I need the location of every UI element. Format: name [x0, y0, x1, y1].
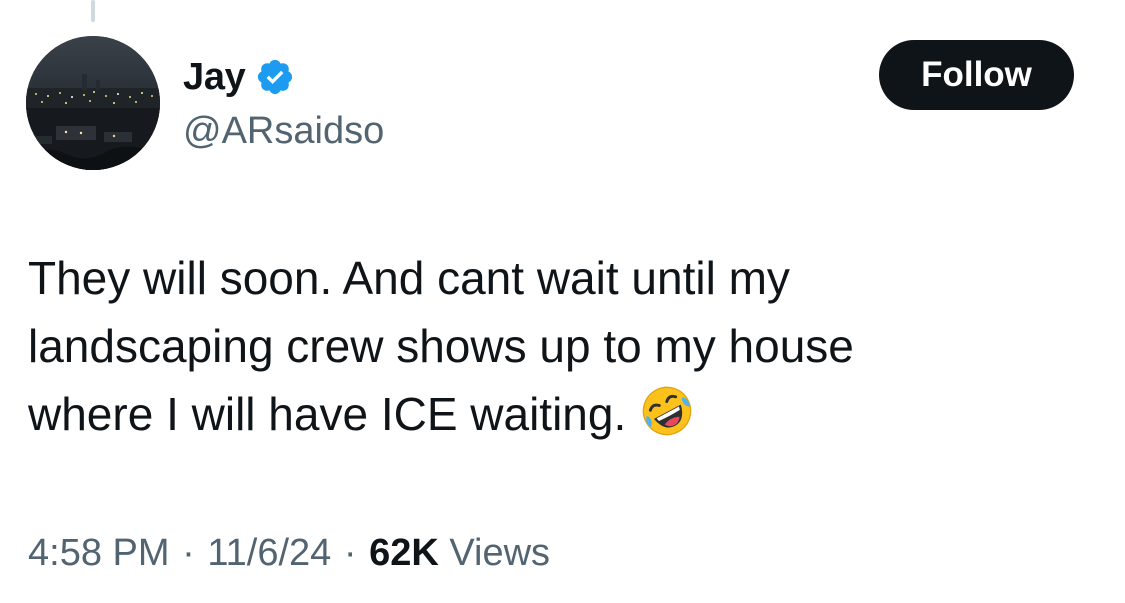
follow-button[interactable]: Follow — [879, 40, 1074, 110]
author-name-row[interactable]: Jay — [183, 52, 295, 102]
tweet-text-segment: where I will have ICE waiting. — [28, 388, 627, 440]
tweet-date[interactable]: 11/6/24 — [207, 532, 331, 574]
meta-separator: · — [343, 532, 357, 574]
tweet-text-line-last: where I will have ICE waiting. — [28, 380, 1088, 448]
verified-badge-icon — [257, 59, 292, 95]
display-name[interactable]: Jay — [183, 52, 246, 102]
tweet-text-line: landscaping crew shows up to my house — [28, 320, 854, 372]
city-night-skyline-avatar-icon — [26, 36, 160, 170]
avatar[interactable] — [26, 36, 160, 170]
tweet-meta: 4:58 PM · 11/6/24 · 62K Views — [28, 528, 550, 578]
author-handle[interactable]: @ARsaidso — [183, 108, 384, 154]
rolling-on-floor-laughing-emoji-icon — [642, 386, 692, 436]
tweet-text: They will soon. And cant wait until my l… — [28, 244, 1088, 448]
tweet-time[interactable]: 4:58 PM — [28, 532, 170, 574]
thread-connector-line — [91, 0, 95, 22]
views-count: 62K — [369, 532, 439, 574]
views-label: Views — [449, 532, 551, 574]
tweet-text-line: They will soon. And cant wait until my — [28, 252, 790, 304]
meta-separator: · — [182, 532, 195, 574]
